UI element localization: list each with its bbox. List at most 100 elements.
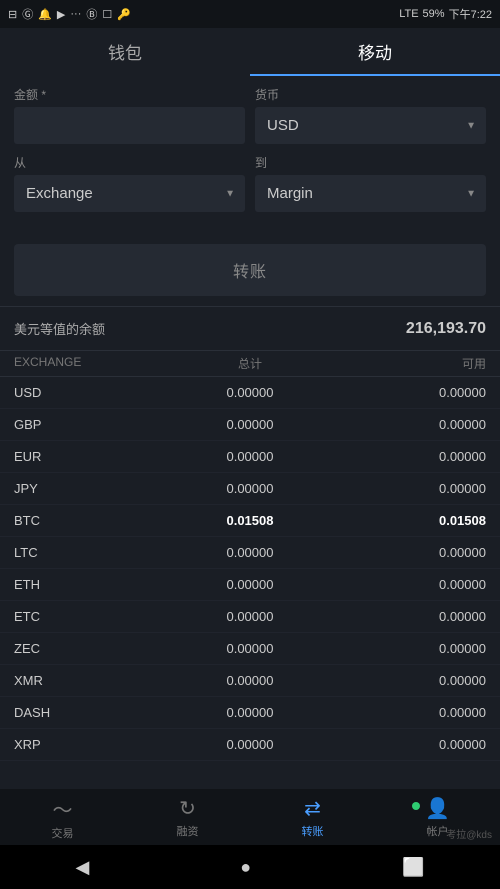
table-row: JPY0.000000.00000 <box>0 473 500 505</box>
status-bar: ⊟ Ⓖ 🔔 ▶ ··· Ⓑ ☐ 🔑 LTE 59% 下午7:22 <box>0 0 500 28</box>
coin-available: 0.01508 <box>329 513 486 528</box>
coin-available: 0.00000 <box>329 577 486 592</box>
transfer-btn-row: 转账 <box>0 236 500 306</box>
table-row: XRP0.000000.00000 <box>0 729 500 761</box>
col-available: 可用 <box>329 355 486 372</box>
coin-total: 0.00000 <box>171 705 328 720</box>
coin-available: 0.00000 <box>329 609 486 624</box>
coin-name: GBP <box>14 417 171 432</box>
amount-currency-row: 金额 * 货币 USD EUR GBP <box>14 86 486 144</box>
nav-icon-3: 👤 <box>425 796 450 821</box>
from-select[interactable]: Exchange Margin <box>14 175 245 212</box>
nav-label-1: 融资 <box>177 823 199 839</box>
top-tab-bar: 钱包 移动 <box>0 28 500 76</box>
coin-total: 0.00000 <box>171 673 328 688</box>
nav-item-融资[interactable]: ↻ 融资 <box>125 796 250 839</box>
coin-available: 0.00000 <box>329 417 486 432</box>
table-header: EXCHANGE 总计 可用 <box>0 351 500 377</box>
status-left-icons: ⊟ Ⓖ 🔔 ▶ ··· Ⓑ ☐ 🔑 <box>8 6 131 22</box>
balance-section: 美元等值的余额 216,193.70 <box>0 307 500 350</box>
coin-name: XMR <box>14 673 171 688</box>
coin-total: 0.00000 <box>171 449 328 464</box>
balance-value: 216,193.70 <box>406 320 486 338</box>
recents-button[interactable]: ⬜ <box>402 857 424 878</box>
from-group: 从 Exchange Margin <box>14 154 245 212</box>
back-button[interactable]: ◀ <box>75 857 89 878</box>
clock: 下午7:22 <box>449 6 492 22</box>
coin-name: LTC <box>14 545 171 560</box>
col-total: 总计 <box>171 355 328 372</box>
coin-available: 0.00000 <box>329 673 486 688</box>
nav-icon-0: 〜 <box>53 794 73 823</box>
tab-mobile[interactable]: 移动 <box>250 28 500 76</box>
nav-label-3: 帐户 <box>427 823 449 839</box>
nav-label-0: 交易 <box>52 825 74 841</box>
home-button[interactable]: ● <box>240 857 251 878</box>
coin-available: 0.00000 <box>329 737 486 752</box>
balance-label: 美元等值的余额 <box>14 319 105 338</box>
table-row: USD0.000000.00000 <box>0 377 500 409</box>
from-to-row: 从 Exchange Margin 到 Margin Exchange <box>14 154 486 212</box>
coin-total: 0.00000 <box>171 417 328 432</box>
coin-total: 0.00000 <box>171 577 328 592</box>
table-row: ETC0.000000.00000 <box>0 601 500 633</box>
coin-total: 0.01508 <box>171 513 328 528</box>
table-row: XMR0.000000.00000 <box>0 665 500 697</box>
coin-total: 0.00000 <box>171 545 328 560</box>
watermark: 考拉@kds <box>446 826 492 841</box>
coin-name: ZEC <box>14 641 171 656</box>
coin-name: EUR <box>14 449 171 464</box>
transfer-form: 金额 * 货币 USD EUR GBP 从 Exchange Margin <box>0 76 500 236</box>
coin-available: 0.00000 <box>329 641 486 656</box>
table-row: BTC0.015080.01508 <box>0 505 500 537</box>
status-right-icons: LTE 59% 下午7:22 <box>399 6 492 22</box>
coin-available: 0.00000 <box>329 481 486 496</box>
table-row: ZEC0.000000.00000 <box>0 633 500 665</box>
currency-label: 货币 <box>255 86 486 103</box>
coin-total: 0.00000 <box>171 641 328 656</box>
coin-available: 0.00000 <box>329 449 486 464</box>
battery-level: 59% <box>423 8 445 20</box>
amount-label: 金额 * <box>14 86 245 103</box>
nav-item-交易[interactable]: 〜交易 <box>0 794 125 841</box>
online-indicator <box>412 802 420 810</box>
coin-total: 0.00000 <box>171 481 328 496</box>
coin-name: DASH <box>14 705 171 720</box>
from-label: 从 <box>14 154 245 171</box>
table-row: DASH0.000000.00000 <box>0 697 500 729</box>
icon-g: Ⓖ <box>22 6 33 22</box>
currency-select[interactable]: USD EUR GBP <box>255 107 486 144</box>
coin-name: ETC <box>14 609 171 624</box>
coin-available: 0.00000 <box>329 545 486 560</box>
system-bar: ◀ ● ⬜ <box>0 845 500 889</box>
col-exchange: EXCHANGE <box>14 355 171 372</box>
bottom-nav: 〜交易 ↻ 融资 ⇄ 转账 👤 帐户 <box>0 789 500 845</box>
icon-bell: 🔔 <box>38 8 52 21</box>
nav-item-转账[interactable]: ⇄ 转账 <box>250 796 375 839</box>
tab-wallet[interactable]: 钱包 <box>0 28 250 76</box>
nav-icon-2: ⇄ <box>304 796 321 821</box>
nav-label-2: 转账 <box>302 823 324 839</box>
to-group: 到 Margin Exchange <box>255 154 486 212</box>
nav-icon-1: ↻ <box>179 796 196 821</box>
coin-name: XRP <box>14 737 171 752</box>
to-select-wrapper: Margin Exchange <box>255 175 486 212</box>
icon-play: ▶ <box>57 8 65 21</box>
coin-total: 0.00000 <box>171 609 328 624</box>
to-label: 到 <box>255 154 486 171</box>
table-row: GBP0.000000.00000 <box>0 409 500 441</box>
coin-name: ETH <box>14 577 171 592</box>
icon-more: ··· <box>70 8 81 20</box>
transfer-button[interactable]: 转账 <box>14 244 486 296</box>
icon-bt: Ⓑ <box>86 6 97 22</box>
coin-list: USD0.000000.00000GBP0.000000.00000EUR0.0… <box>0 377 500 792</box>
coin-available: 0.00000 <box>329 385 486 400</box>
to-select[interactable]: Margin Exchange <box>255 175 486 212</box>
icon-key: 🔑 <box>117 8 131 21</box>
from-select-wrapper: Exchange Margin <box>14 175 245 212</box>
coin-total: 0.00000 <box>171 385 328 400</box>
coin-name: USD <box>14 385 171 400</box>
table-row: LTC0.000000.00000 <box>0 537 500 569</box>
amount-input[interactable] <box>14 107 245 144</box>
icon-nfc: ☐ <box>102 8 112 21</box>
